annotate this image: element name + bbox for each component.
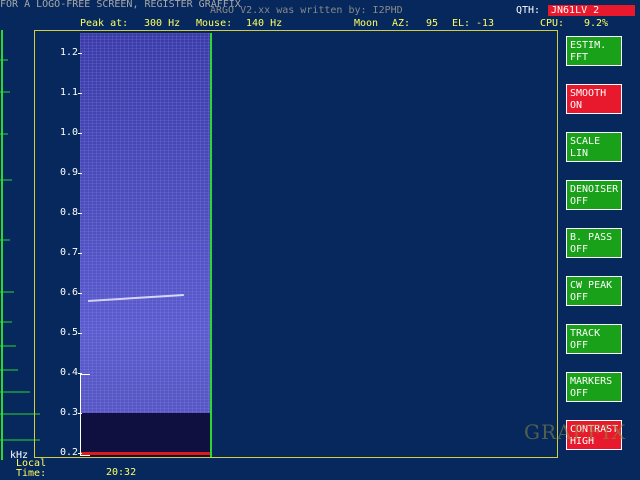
- frequency-tick-mark: [78, 53, 82, 54]
- moon-label: Moon: [354, 18, 379, 29]
- mouse-value: 140 Hz: [246, 18, 283, 29]
- el-label: EL:: [452, 18, 471, 29]
- frequency-tick-mark: [78, 213, 82, 214]
- time-progress-bar: [80, 452, 210, 455]
- frequency-tick-label: 0.7: [59, 247, 78, 258]
- qth-label: QTH:: [516, 5, 541, 16]
- az-value: 95: [426, 18, 439, 29]
- toggle-button-b-pass[interactable]: B. PASS OFF: [566, 228, 622, 258]
- bandpass-marker: [80, 374, 90, 456]
- toggle-button-markers[interactable]: MARKERS OFF: [566, 372, 622, 402]
- local-time-label: Local Time:: [16, 459, 46, 479]
- button-state: OFF: [570, 292, 589, 303]
- peak-value: 300 Hz: [144, 18, 181, 29]
- button-label: DENOISER: [570, 184, 619, 195]
- graffix-watermark: GRAFFIX: [524, 420, 627, 444]
- registration-banner: FOR A LOGO-FREE SCREEN, REGISTER GRAFFIX: [0, 0, 241, 10]
- spectrogram-dark-band: [80, 413, 210, 457]
- time-label: Time:: [16, 468, 47, 479]
- toggle-button-estim[interactable]: ESTIM. FFT: [566, 36, 622, 66]
- button-label: MARKERS: [570, 376, 613, 387]
- frequency-tick-mark: [78, 253, 82, 254]
- frequency-tick-label: 1.2: [59, 47, 78, 58]
- time-cursor: [210, 33, 212, 457]
- frequency-tick-label: 0.9: [59, 167, 78, 178]
- author-banner: ARGO V2.xx was written by: I2PHD: [210, 5, 403, 16]
- frequency-tick-mark: [78, 333, 82, 334]
- cpu-label: CPU:: [540, 18, 565, 29]
- button-state: OFF: [570, 388, 589, 399]
- frequency-tick-label: 0.5: [59, 327, 78, 338]
- frequency-tick-mark: [78, 293, 82, 294]
- qth-value: JN61LV 2: [548, 5, 635, 16]
- button-state: LIN: [570, 148, 589, 159]
- toggle-button-cw-peak[interactable]: CW PEAK OFF: [566, 276, 622, 306]
- toggle-button-denoiser[interactable]: DENOISER OFF: [566, 180, 622, 210]
- button-label: ESTIM.: [570, 40, 607, 51]
- local-time-value: 20:32: [106, 467, 137, 478]
- button-state: FFT: [570, 52, 589, 63]
- button-state: OFF: [570, 196, 589, 207]
- frequency-tick-label: 1.1: [59, 87, 78, 98]
- frequency-tick-mark: [78, 413, 82, 414]
- frequency-tick-label: 0.4: [59, 367, 78, 378]
- spectrogram-waterfall[interactable]: [80, 33, 210, 457]
- cpu-value: 9.2%: [584, 18, 609, 29]
- el-value: -13: [476, 18, 495, 29]
- frequency-tick-label: 0.3: [59, 407, 78, 418]
- mouse-label: Mouse:: [196, 18, 233, 29]
- peak-label: Peak at:: [80, 18, 129, 29]
- button-state: OFF: [570, 244, 589, 255]
- button-label: CW PEAK: [570, 280, 613, 291]
- frequency-tick-mark: [78, 373, 82, 374]
- frequency-tick-mark: [78, 93, 82, 94]
- frequency-tick-mark: [78, 453, 82, 454]
- toggle-button-smooth[interactable]: SMOOTH ON: [566, 84, 622, 114]
- button-state: OFF: [570, 340, 589, 351]
- button-label: B. PASS: [570, 232, 613, 243]
- frequency-tick-label: 1.0: [59, 127, 78, 138]
- frequency-tick-mark: [78, 173, 82, 174]
- button-state: ON: [570, 100, 583, 111]
- button-label: SCALE: [570, 136, 601, 147]
- frequency-tick-label: 0.8: [59, 207, 78, 218]
- button-label: TRACK: [570, 328, 601, 339]
- toggle-button-track[interactable]: TRACK OFF: [566, 324, 622, 354]
- frequency-tick-label: 0.2: [59, 447, 78, 458]
- frequency-tick-label: 0.6: [59, 287, 78, 298]
- frequency-tick-mark: [78, 133, 82, 134]
- button-label: SMOOTH: [570, 88, 607, 99]
- az-label: AZ:: [392, 18, 411, 29]
- toggle-button-scale[interactable]: SCALE LIN: [566, 132, 622, 162]
